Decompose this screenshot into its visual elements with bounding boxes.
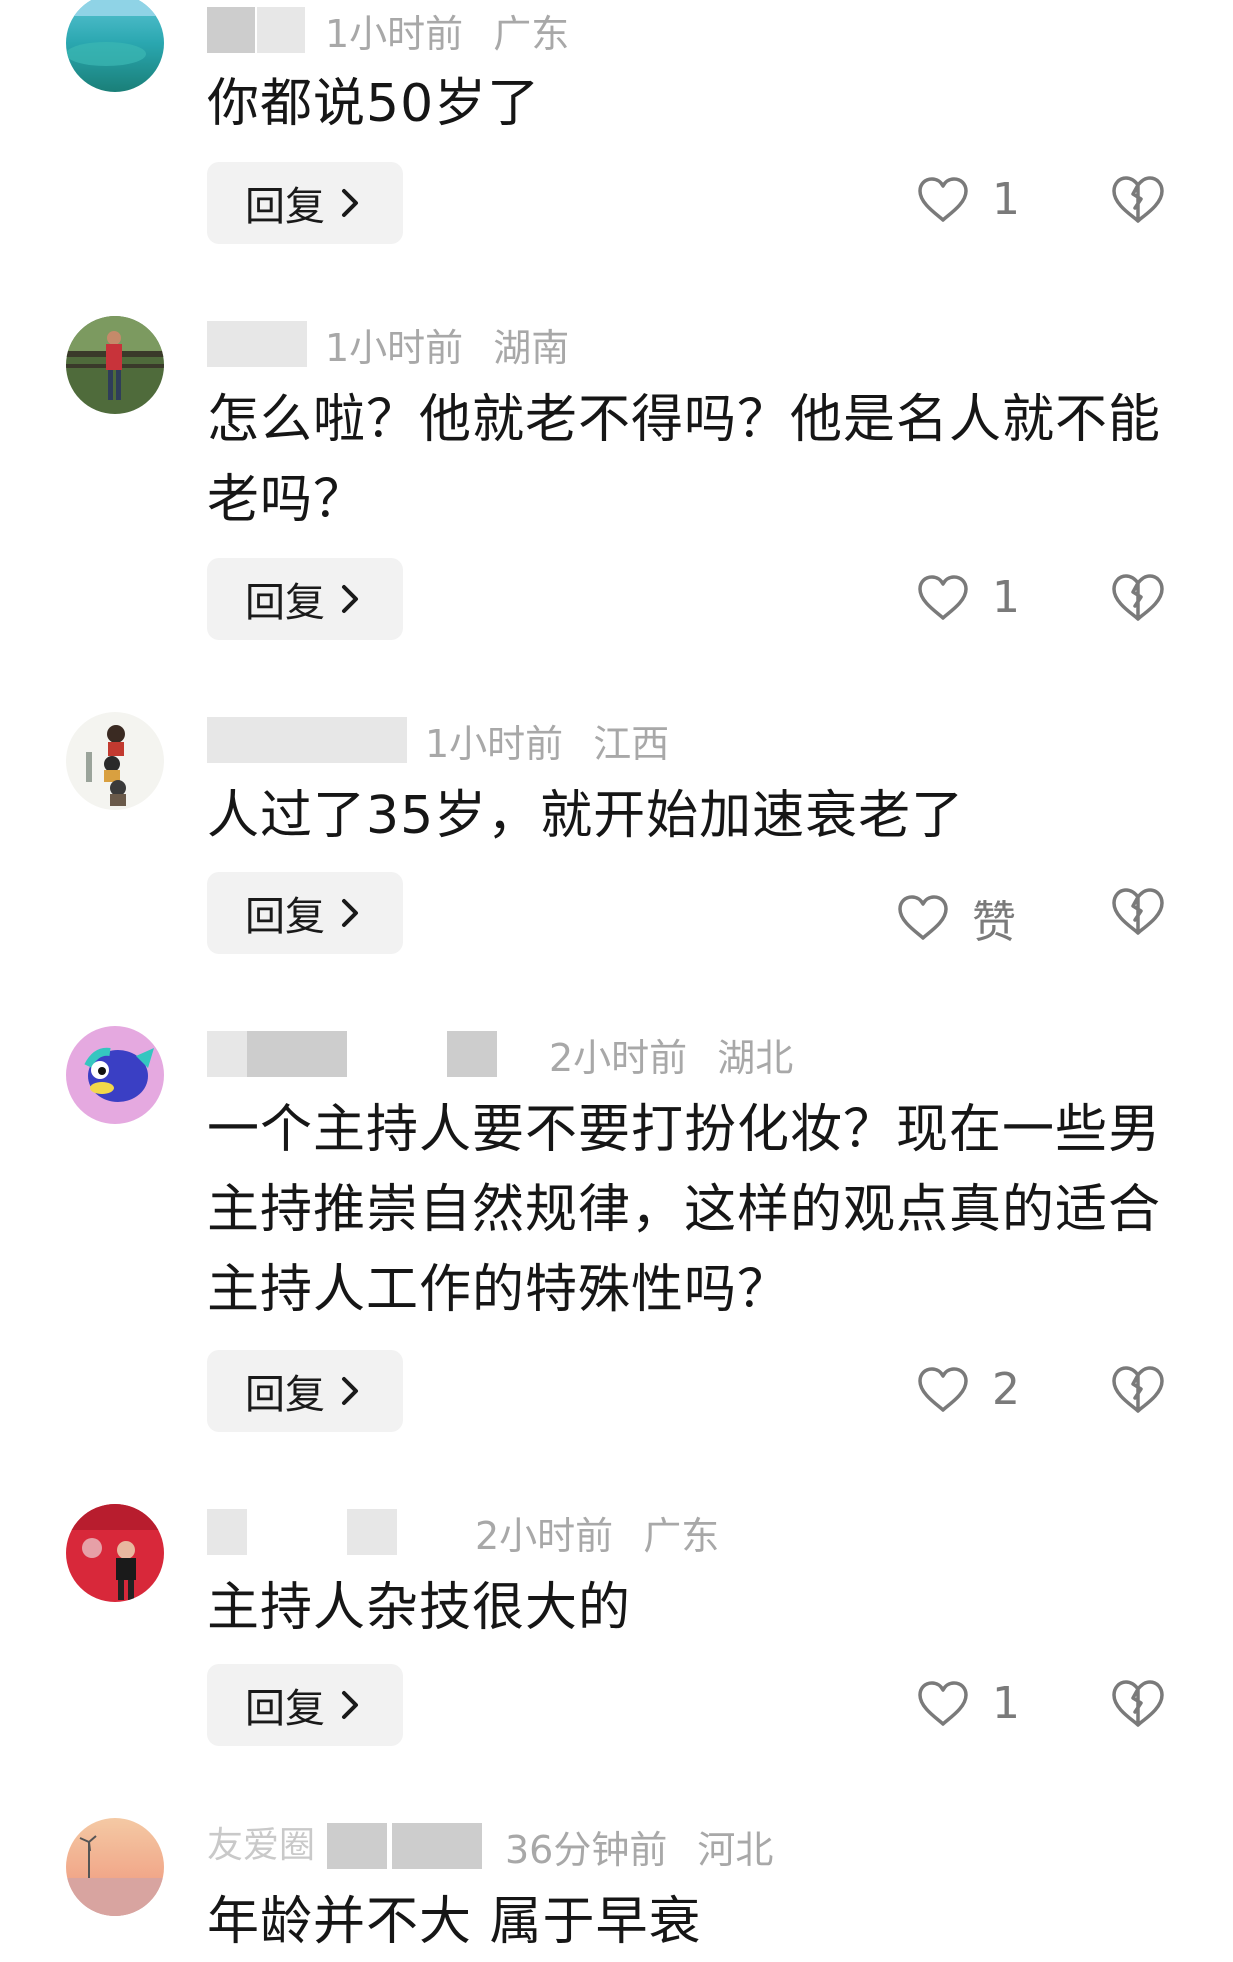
reply-button[interactable]: 回复 bbox=[207, 558, 403, 640]
comment-text: 人过了35岁，就开始加速衰老了 bbox=[207, 786, 965, 846]
comment-text: 怎么啦？他就老不得吗？他是名人就不能老吗？ bbox=[207, 390, 1162, 530]
comment-time: 1小时前 bbox=[325, 11, 464, 56]
comment-text: 主持人杂技很大的 bbox=[207, 1578, 632, 1638]
comment-meta: 2小时前 广东 bbox=[207, 1502, 719, 1562]
reply-label: 回复 bbox=[245, 1373, 325, 1417]
like-button[interactable]: 1 bbox=[916, 572, 1022, 623]
avatar[interactable] bbox=[66, 712, 164, 810]
comment-meta: 1小时前 湖南 bbox=[207, 314, 569, 374]
reply-label: 回复 bbox=[245, 895, 325, 939]
comment-time: 2小时前 bbox=[475, 1513, 614, 1558]
avatar[interactable] bbox=[66, 1026, 164, 1124]
like-count: 1 bbox=[992, 1678, 1020, 1729]
broken-heart-icon[interactable] bbox=[1110, 1678, 1166, 1734]
comment-meta: 1小时前 广东 bbox=[207, 0, 569, 60]
chevron-right-icon bbox=[335, 1685, 365, 1725]
avatar[interactable] bbox=[66, 1818, 164, 1916]
comment-region: 湖北 bbox=[717, 1035, 794, 1080]
comment-text: 你都说50岁了 bbox=[207, 74, 541, 134]
broken-heart-icon[interactable] bbox=[1110, 1364, 1166, 1420]
chevron-right-icon bbox=[335, 893, 365, 933]
reply-label: 回复 bbox=[245, 185, 325, 229]
comment-meta: 1小时前 江西 bbox=[207, 710, 669, 770]
comment-region: 河北 bbox=[697, 1827, 774, 1872]
reply-button[interactable]: 回复 bbox=[207, 1350, 403, 1432]
like-button[interactable]: 1 bbox=[916, 1678, 1022, 1729]
avatar[interactable] bbox=[66, 0, 164, 92]
comment-time: 2小时前 bbox=[549, 1035, 688, 1080]
broken-heart-icon[interactable] bbox=[1110, 572, 1166, 628]
heart-outline-icon bbox=[916, 1679, 970, 1729]
avatar[interactable] bbox=[66, 316, 164, 414]
username[interactable] bbox=[207, 1509, 467, 1555]
reply-button[interactable]: 回复 bbox=[207, 872, 403, 954]
like-button[interactable]: 1 bbox=[916, 174, 1022, 225]
reply-label: 回复 bbox=[245, 581, 325, 625]
comment-region: 广东 bbox=[493, 11, 570, 56]
comment-region: 广东 bbox=[643, 1513, 720, 1558]
comment-meta: 友爱圈 36分钟前 河北 bbox=[207, 1816, 773, 1876]
reply-label: 回复 bbox=[245, 1687, 325, 1731]
chevron-right-icon bbox=[335, 1371, 365, 1411]
username[interactable] bbox=[207, 1031, 507, 1077]
avatar[interactable] bbox=[66, 1504, 164, 1602]
username[interactable] bbox=[207, 7, 317, 53]
like-count: 赞 bbox=[972, 897, 1016, 948]
heart-outline-icon bbox=[896, 893, 950, 943]
chevron-right-icon bbox=[335, 579, 365, 619]
username[interactable] bbox=[207, 321, 317, 367]
like-count: 2 bbox=[992, 1364, 1020, 1415]
comment-text: 年龄并不大 属于早衰 bbox=[207, 1892, 702, 1952]
comment-region: 湖南 bbox=[493, 325, 570, 370]
username[interactable] bbox=[207, 717, 417, 763]
broken-heart-icon[interactable] bbox=[1110, 174, 1166, 230]
comment-region: 江西 bbox=[593, 721, 670, 766]
like-button[interactable]: 2 bbox=[916, 1364, 1022, 1415]
heart-outline-icon bbox=[916, 175, 970, 225]
comment-time: 1小时前 bbox=[425, 721, 564, 766]
chevron-right-icon bbox=[335, 183, 365, 223]
like-count: 1 bbox=[992, 174, 1020, 225]
comment-time: 1小时前 bbox=[325, 325, 464, 370]
reply-button[interactable]: 回复 bbox=[207, 162, 403, 244]
comment-meta: 2小时前 湖北 bbox=[207, 1024, 793, 1084]
heart-outline-icon bbox=[916, 1365, 970, 1415]
heart-outline-icon bbox=[916, 573, 970, 623]
like-button[interactable]: 赞 bbox=[896, 886, 1016, 950]
like-count: 1 bbox=[992, 572, 1020, 623]
username[interactable]: 友爱圈 bbox=[207, 1823, 487, 1869]
comment-text: 一个主持人要不要打扮化妆？现在一些男主持推崇自然规律，这样的观点真的适合主持人工… bbox=[207, 1100, 1162, 1320]
comment-time: 36分钟前 bbox=[505, 1827, 668, 1872]
broken-heart-icon[interactable] bbox=[1110, 886, 1166, 942]
reply-button[interactable]: 回复 bbox=[207, 1664, 403, 1746]
